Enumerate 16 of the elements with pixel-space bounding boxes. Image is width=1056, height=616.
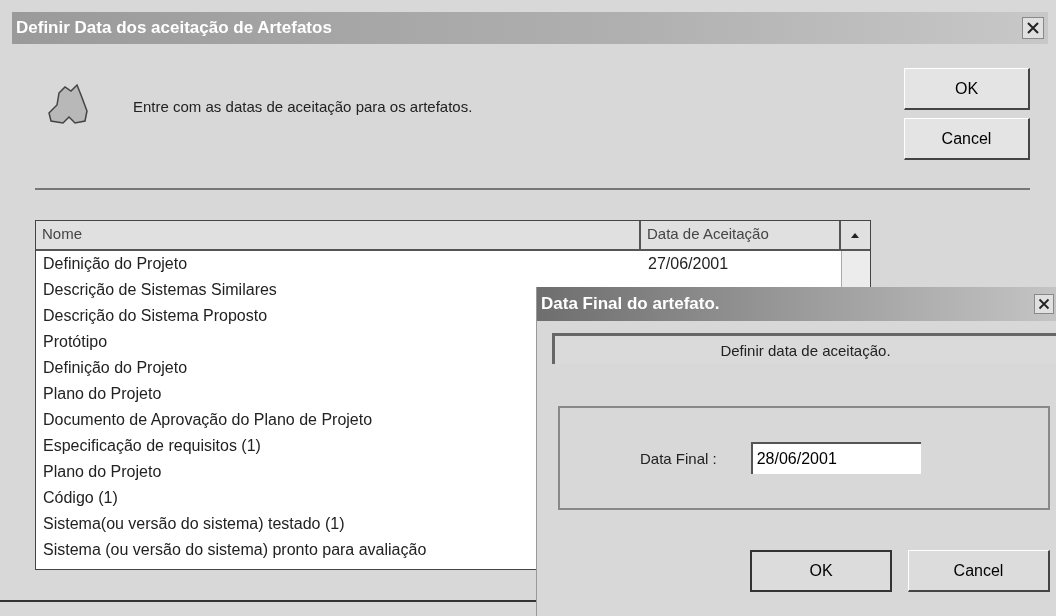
up-arrow-icon	[850, 231, 860, 239]
field-label: Data Final :	[640, 449, 717, 467]
close-icon[interactable]	[1022, 17, 1044, 39]
table-cell[interactable]: Definição do Projeto	[36, 255, 641, 273]
dialog-button[interactable]: OK	[750, 550, 892, 592]
date-field[interactable]: 28/06/2001	[750, 442, 921, 474]
dialog-heading: Definir data de aceitação.	[552, 333, 1056, 364]
column-header[interactable]: Nome	[36, 221, 641, 249]
instruction-text: Entre com as datas de aceitação para os artefatos.	[133, 97, 473, 115]
dialog-button[interactable]: Cancel	[908, 550, 1050, 592]
dialog-title: Data Final do artefato.	[541, 294, 720, 314]
table-cell[interactable]: 27/06/2001	[641, 255, 729, 273]
dialog-button[interactable]: Cancel	[904, 118, 1030, 160]
dialog-button[interactable]: OK	[904, 68, 1030, 110]
window-title: Definir Data dos aceitação de Artefatos	[16, 18, 332, 38]
close-icon[interactable]	[1034, 294, 1054, 314]
